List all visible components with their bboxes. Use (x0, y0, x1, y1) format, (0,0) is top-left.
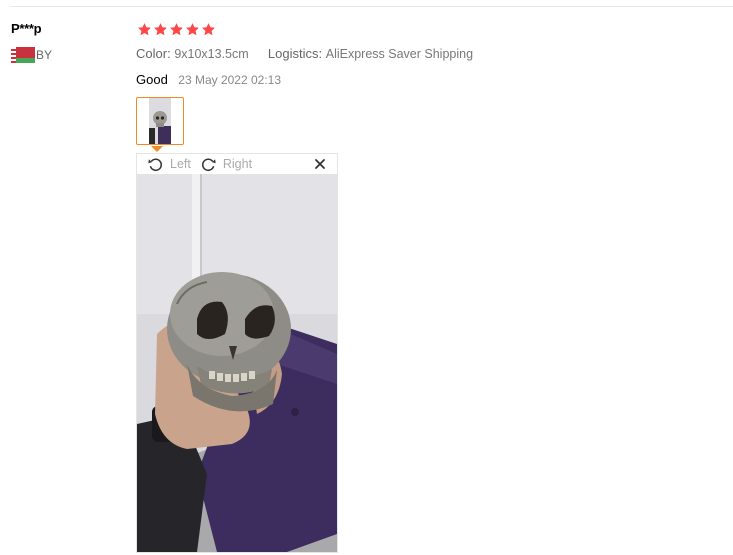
star-icon (186, 23, 199, 36)
viewer-toolbar: Left Right (137, 154, 337, 174)
rotate-left-button[interactable]: Left (147, 156, 191, 173)
reviewer-country: BY (11, 47, 52, 63)
thumbnail-image (149, 98, 171, 144)
color-value: 9x10x13.5cm (174, 47, 249, 61)
photo-thumbnail[interactable] (136, 97, 184, 145)
logistics-label: Logistics: (267, 46, 323, 61)
reviewer-name: P***p (11, 21, 42, 36)
rotate-right-button[interactable]: Right (200, 156, 252, 173)
color-label: Color: (136, 46, 171, 61)
review-photo (137, 174, 337, 552)
review-item: P***p BY Color: 9x10x13.5cm Logistics: A… (0, 0, 733, 555)
rotate-right-icon (201, 157, 216, 171)
review-date: 23 May 2022 02:13 (178, 73, 282, 87)
rotate-left-icon (148, 157, 162, 171)
star-rating (137, 22, 216, 37)
thumbnail-pointer (151, 146, 163, 152)
rotate-right-label: Right (222, 157, 253, 171)
rotate-left-label: Left (170, 157, 191, 171)
country-code: BY (36, 48, 53, 62)
divider (10, 6, 733, 7)
review-text: Good (136, 72, 168, 87)
star-icon (154, 23, 167, 36)
belarus-flag-icon (11, 47, 35, 63)
photo-viewer: Left Right (136, 153, 338, 553)
star-icon (138, 23, 151, 36)
star-icon (202, 23, 215, 36)
star-icon (170, 23, 183, 36)
close-icon[interactable] (313, 157, 327, 171)
product-attributes: Color: 9x10x13.5cm Logistics: AliExpress… (136, 46, 473, 61)
review-content: Good 23 May 2022 02:13 (136, 71, 281, 89)
logistics-value: AliExpress Saver Shipping (325, 47, 474, 61)
